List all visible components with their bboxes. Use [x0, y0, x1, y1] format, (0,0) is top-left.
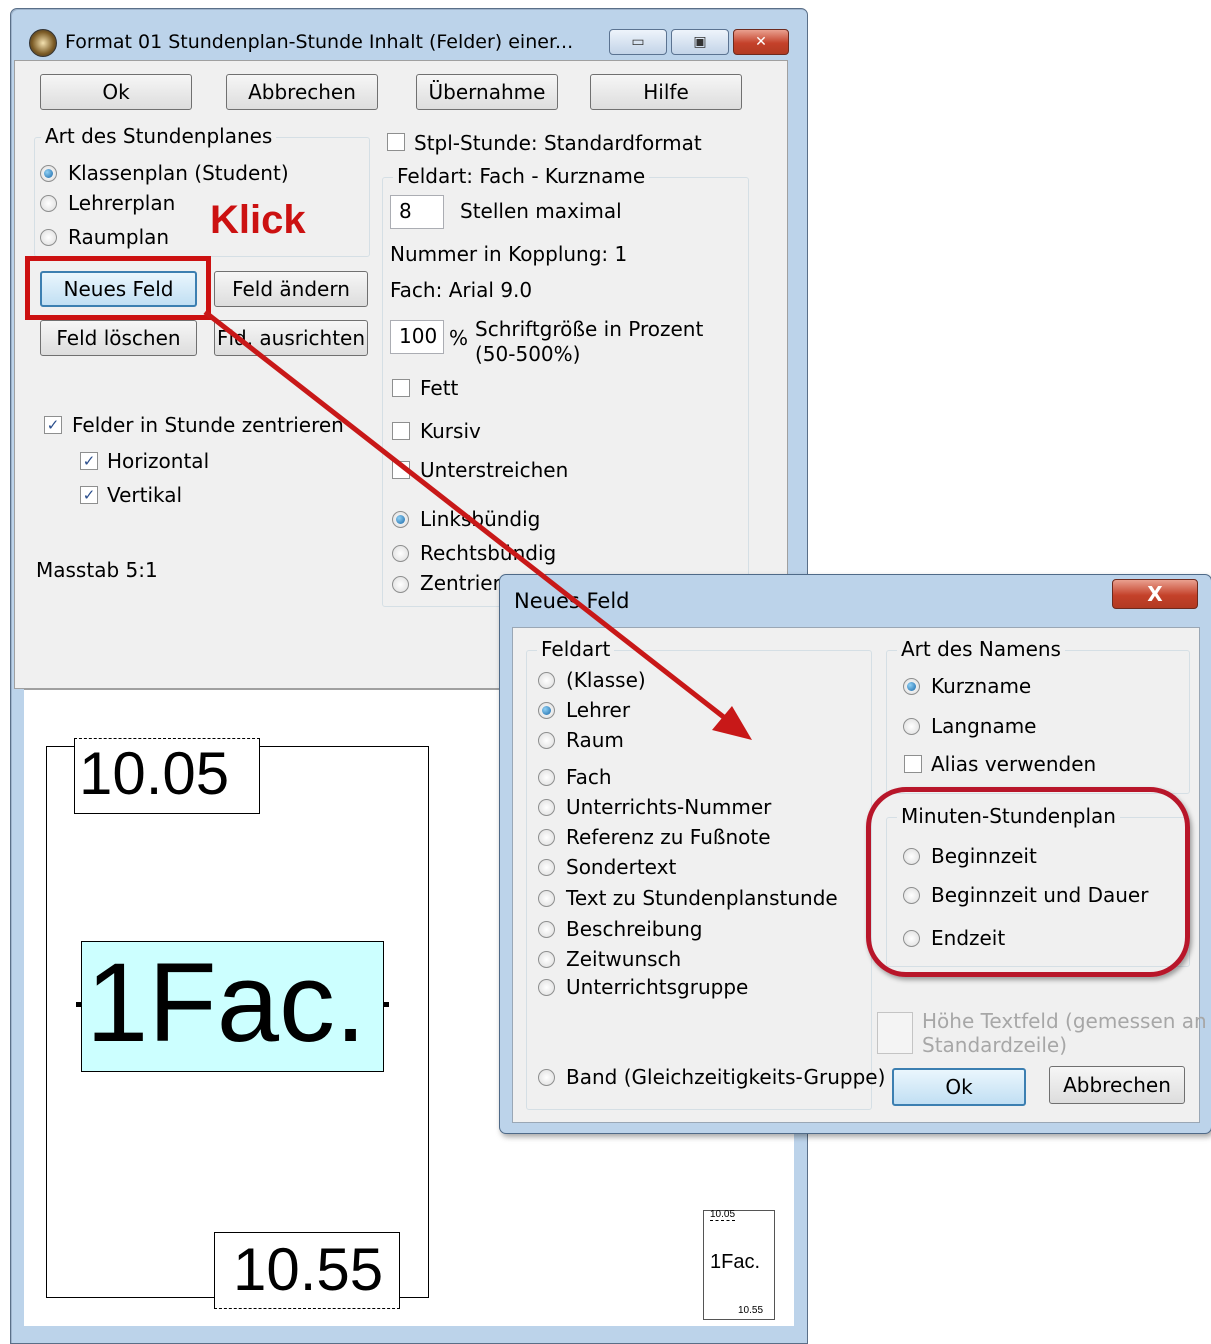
arrow-line	[203, 310, 732, 724]
annotation-arrow	[203, 310, 752, 740]
